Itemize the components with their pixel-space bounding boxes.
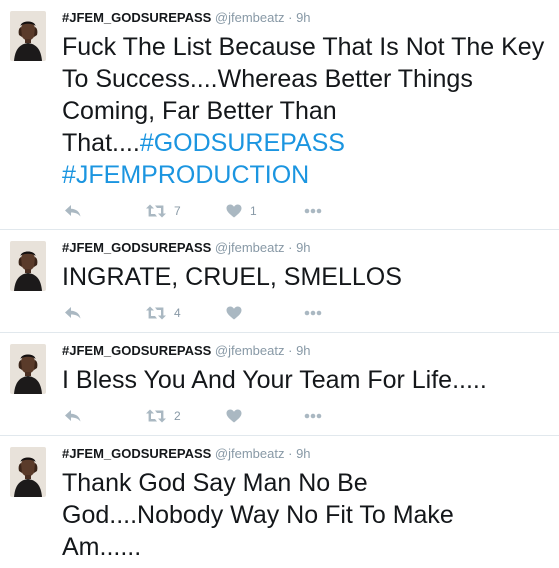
heart-icon — [226, 409, 242, 423]
reply-button[interactable] — [64, 407, 82, 425]
reply-icon — [65, 307, 81, 319]
username[interactable]: @jfembeatz — [215, 10, 285, 25]
tweet-header: #JFEM_GODSUREPASS @jfembeatz · 9h — [62, 446, 311, 462]
more-icon — [304, 310, 322, 316]
separator: · — [288, 343, 293, 358]
avatar[interactable] — [10, 447, 46, 497]
separator: · — [288, 240, 293, 255]
separator: · — [288, 10, 293, 25]
retweet-button[interactable]: 7 — [146, 202, 181, 220]
more-button[interactable] — [304, 304, 322, 322]
username[interactable]: @jfembeatz — [215, 446, 285, 461]
tweet[interactable]: #JFEM_GODSUREPASS @jfembeatz · 9h I Bles… — [0, 333, 559, 436]
retweet-count: 7 — [174, 204, 181, 218]
like-button[interactable] — [226, 304, 242, 322]
retweet-count: 4 — [174, 306, 181, 320]
display-name[interactable]: #JFEM_GODSUREPASS — [62, 446, 211, 461]
more-button[interactable] — [304, 407, 322, 425]
avatar[interactable] — [10, 11, 46, 61]
timestamp[interactable]: 9h — [296, 446, 310, 461]
retweet-count: 2 — [174, 409, 181, 423]
like-button[interactable]: 1 — [226, 202, 257, 220]
reply-button[interactable] — [64, 304, 82, 322]
tweet-text: Thank God Say Man No Be God....Nobody Wa… — [62, 467, 492, 563]
tweet-text: INGRATE, CRUEL, SMELLOS — [62, 261, 554, 293]
display-name[interactable]: #JFEM_GODSUREPASS — [62, 10, 211, 25]
reply-icon — [65, 205, 81, 217]
display-name[interactable]: #JFEM_GODSUREPASS — [62, 240, 211, 255]
reply-icon — [65, 410, 81, 422]
tweet[interactable]: #JFEM_GODSUREPASS @jfembeatz · 9h Fuck T… — [0, 0, 559, 230]
avatar[interactable] — [10, 344, 46, 394]
tweet-text: I Bless You And Your Team For Life..... — [62, 364, 554, 396]
like-count: 1 — [250, 204, 257, 218]
username[interactable]: @jfembeatz — [215, 343, 285, 358]
retweet-icon — [146, 204, 166, 218]
tweet-actions: 2 — [62, 407, 362, 425]
timestamp[interactable]: 9h — [296, 240, 310, 255]
tweet[interactable]: #JFEM_GODSUREPASS @jfembeatz · 9h Thank … — [0, 436, 559, 568]
hashtag-link[interactable]: #JFEMPRODUCTION — [62, 161, 309, 189]
reply-button[interactable] — [64, 202, 82, 220]
retweet-button[interactable]: 2 — [146, 407, 181, 425]
display-name[interactable]: #JFEM_GODSUREPASS — [62, 343, 211, 358]
tweet-header: #JFEM_GODSUREPASS @jfembeatz · 9h — [62, 240, 311, 256]
more-icon — [304, 413, 322, 419]
retweet-icon — [146, 409, 166, 423]
tweet[interactable]: #JFEM_GODSUREPASS @jfembeatz · 9h INGRAT… — [0, 230, 559, 333]
like-button[interactable] — [226, 407, 242, 425]
heart-icon — [226, 306, 242, 320]
hashtag-link[interactable]: #GODSUREPASS — [140, 129, 345, 157]
separator: · — [288, 446, 293, 461]
heart-icon — [226, 204, 242, 218]
tweet-body: Thank God Say Man No Be God....Nobody Wa… — [62, 469, 454, 561]
timestamp[interactable]: 9h — [296, 343, 310, 358]
avatar[interactable] — [10, 241, 46, 291]
more-button[interactable] — [304, 202, 322, 220]
tweet-header: #JFEM_GODSUREPASS @jfembeatz · 9h — [62, 10, 311, 26]
tweet-actions: 4 — [62, 304, 362, 322]
more-icon — [304, 208, 322, 214]
tweet-body: I Bless You And Your Team For Life..... — [62, 366, 487, 394]
tweet-header: #JFEM_GODSUREPASS @jfembeatz · 9h — [62, 343, 311, 359]
retweet-button[interactable]: 4 — [146, 304, 181, 322]
tweet-actions: 7 1 — [62, 202, 362, 220]
tweet-text: Fuck The List Because That Is Not The Ke… — [62, 31, 554, 191]
retweet-icon — [146, 306, 166, 320]
username[interactable]: @jfembeatz — [215, 240, 285, 255]
tweet-body: INGRATE, CRUEL, SMELLOS — [62, 263, 402, 291]
timestamp[interactable]: 9h — [296, 10, 310, 25]
